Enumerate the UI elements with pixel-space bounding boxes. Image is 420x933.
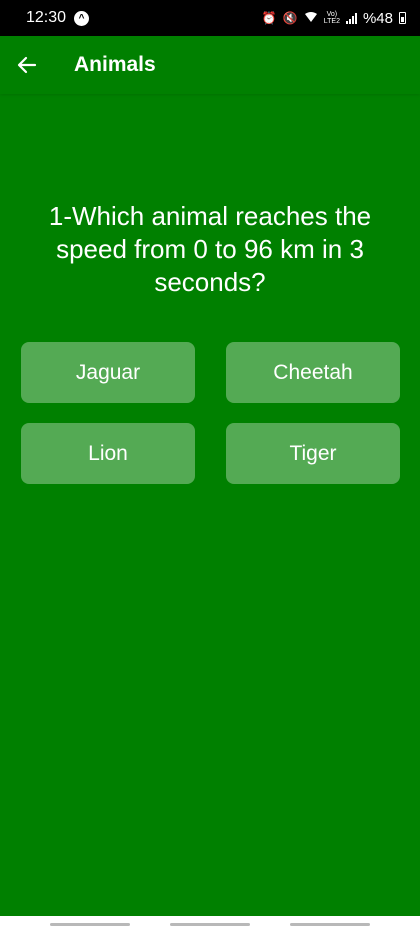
status-time: 12:30 bbox=[26, 9, 67, 26]
system-nav-bar bbox=[0, 916, 420, 933]
answer-button-cheetah[interactable]: Cheetah bbox=[226, 342, 400, 403]
back-button[interactable] bbox=[14, 52, 40, 78]
battery-icon bbox=[399, 12, 406, 24]
lte-top-text: Vo) bbox=[326, 11, 338, 18]
page-title: Animals bbox=[74, 53, 156, 76]
quiz-screen: 12:30 ^ ⏰ 🔇 Vo) LTE2 %48 Animals 1-Which… bbox=[0, 0, 420, 933]
mute-icon: 🔇 bbox=[282, 11, 298, 25]
arrow-left-icon bbox=[17, 56, 37, 74]
wifi-icon bbox=[304, 11, 318, 25]
status-bar: 12:30 ^ ⏰ 🔇 Vo) LTE2 %48 bbox=[0, 0, 420, 36]
lte-indicator: Vo) LTE2 bbox=[324, 11, 340, 25]
nav-back-handle[interactable] bbox=[290, 923, 370, 926]
lte-bottom-text: LTE2 bbox=[323, 18, 340, 25]
question-text: 1-Which animal reaches the speed from 0 … bbox=[48, 201, 372, 297]
nav-recents-handle[interactable] bbox=[50, 923, 130, 926]
status-left: 12:30 ^ bbox=[26, 9, 90, 27]
signal-icon bbox=[345, 12, 357, 24]
answer-button-lion[interactable]: Lion bbox=[21, 423, 195, 484]
answer-button-jaguar[interactable]: Jaguar bbox=[21, 342, 195, 403]
notification-app-icon: ^ bbox=[74, 10, 90, 26]
alarm-icon: ⏰ bbox=[261, 11, 277, 25]
nav-home-handle[interactable] bbox=[170, 923, 250, 926]
battery-percent: %48 bbox=[362, 9, 393, 27]
status-right: ⏰ 🔇 Vo) LTE2 %48 bbox=[262, 10, 406, 27]
app-bar: Animals bbox=[0, 36, 420, 94]
answer-button-tiger[interactable]: Tiger bbox=[226, 423, 400, 484]
